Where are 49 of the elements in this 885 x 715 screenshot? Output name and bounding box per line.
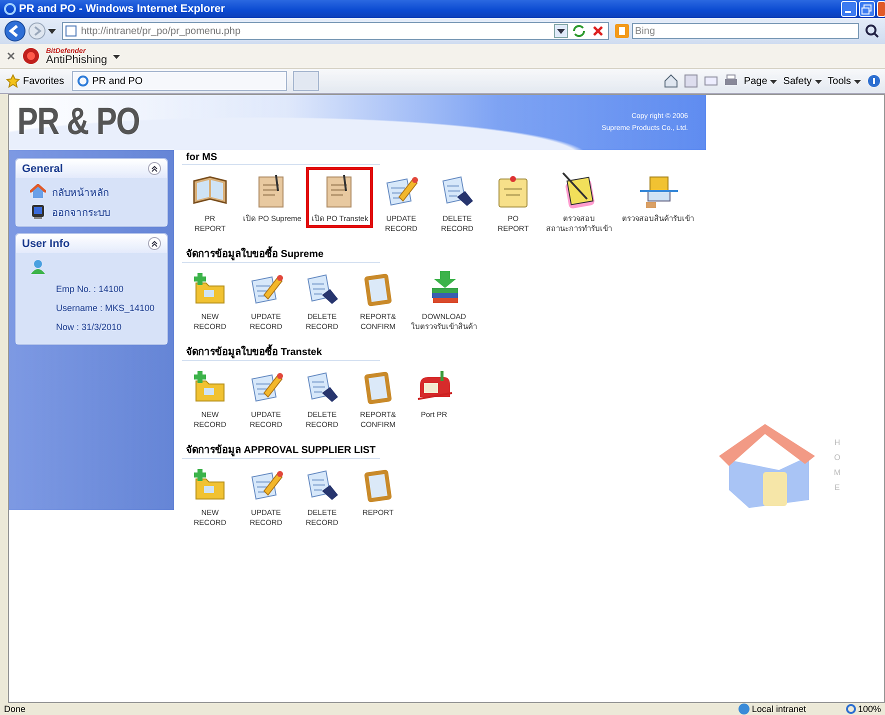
search-icon[interactable] — [863, 22, 881, 40]
command-menu[interactable]: Tools — [828, 76, 861, 86]
dropdown-icon — [770, 78, 778, 84]
dropdown-icon[interactable] — [48, 27, 56, 35]
user-info-text: Emp No. : 14100 — [55, 284, 125, 294]
bing-logo-icon — [615, 24, 629, 38]
dropdown-icon[interactable] — [113, 52, 120, 60]
panel-title: User Info — [22, 238, 70, 250]
shield-logo-icon — [22, 47, 40, 65]
back-icon[interactable] — [4, 20, 26, 42]
home-icon[interactable] — [664, 74, 678, 88]
dropdown-icon[interactable] — [554, 24, 568, 38]
section-heading: จัดการข้อมูลใบขอซื้อ Transtek — [182, 342, 380, 361]
close-icon[interactable] — [6, 51, 16, 61]
favorites-button[interactable]: Favorites — [4, 74, 66, 88]
search-field[interactable]: Bing — [632, 23, 859, 39]
section-heading: จัดการข้อมูล APPROVAL SUPPLIER LIST — [182, 440, 380, 459]
collapse-icon[interactable] — [148, 162, 161, 175]
restore-icon[interactable] — [859, 1, 875, 17]
panel-title: General — [22, 162, 63, 174]
house-icon — [30, 184, 46, 200]
status-text: Done — [4, 704, 26, 714]
zoom-control[interactable]: 100% — [846, 704, 881, 714]
page-icon — [65, 25, 77, 37]
address-field[interactable]: http://intranet/pr_po/pr_pomenu.php — [62, 22, 609, 40]
collapse-icon[interactable] — [148, 237, 161, 250]
refresh-icon[interactable] — [571, 23, 587, 39]
star-icon — [6, 74, 20, 88]
user-icon — [30, 259, 46, 275]
section-heading: จัดการข้อมูลใบขอซื้อ Supreme — [182, 244, 380, 263]
toolbar-name[interactable]: AntiPhishing — [46, 56, 108, 65]
dropdown-icon — [854, 78, 861, 84]
browser-tab[interactable]: PR and PO — [72, 71, 288, 91]
printer-icon[interactable] — [724, 74, 738, 88]
user-info-text: Now : 31/3/2010 — [55, 322, 123, 332]
window-title: PR and PO - Windows Internet Explorer — [19, 3, 225, 15]
section-heading: for MS — [182, 150, 380, 165]
dropdown-icon — [814, 78, 822, 84]
address-text: http://intranet/pr_po/pr_pomenu.php — [81, 26, 242, 36]
sidebar-link[interactable]: ออกจากระบบ — [26, 204, 157, 220]
user-info-text: Username : MKS_14100 — [55, 303, 156, 313]
monitor-icon — [30, 204, 46, 220]
command-menu[interactable]: Safety — [783, 76, 822, 86]
tab-title: PR and PO — [92, 76, 143, 86]
site-logo: PR & PO — [16, 101, 140, 144]
sidebar-link[interactable]: กลับหน้าหลัก — [26, 184, 157, 200]
command-menu[interactable]: Page — [744, 76, 778, 86]
minimize-icon[interactable] — [841, 1, 857, 17]
security-zone: Local intranet — [738, 703, 806, 715]
